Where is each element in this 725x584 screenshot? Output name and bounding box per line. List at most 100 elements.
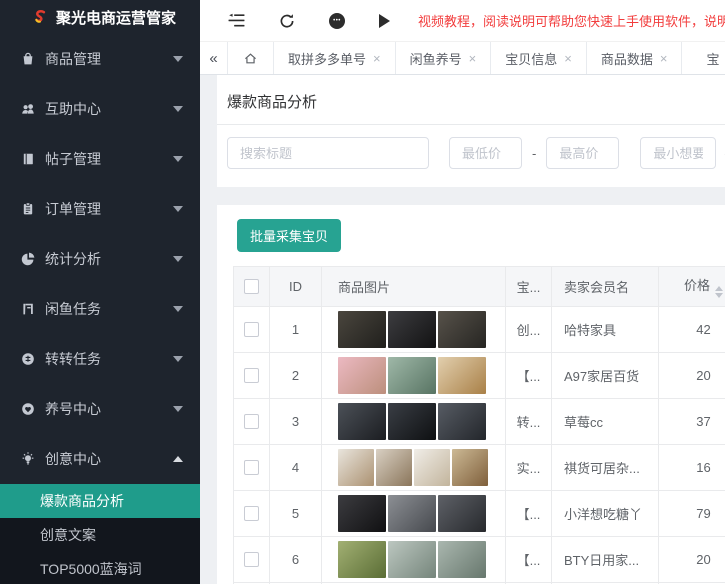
close-icon[interactable] — [564, 52, 572, 65]
messages-icon[interactable] — [329, 12, 345, 29]
main-area: 视频教程，阅读说明可帮助您快速上手使用软件，说明 « 取拼多多单号 闲鱼养号 宝… — [200, 0, 725, 584]
row-title: 创... — [505, 306, 552, 353]
row-price: 42 — [658, 306, 725, 353]
tab[interactable]: 宝 — [682, 42, 725, 74]
table-header-row: ID 商品图片 宝... 卖家会员名 价格 — [233, 266, 725, 307]
sidebar-menu-item[interactable]: 创意中心 — [0, 434, 200, 484]
row-checkbox[interactable] — [244, 506, 259, 521]
product-image[interactable] — [338, 311, 386, 348]
max-price-input[interactable] — [546, 137, 620, 169]
xianyu-icon — [20, 301, 36, 317]
collapse-sidebar-icon[interactable] — [228, 13, 245, 28]
sidebar-menu-item[interactable]: 订单管理 — [0, 184, 200, 234]
row-seller: 小洋想吃糖丫 — [551, 490, 659, 537]
chevron-down-icon — [173, 206, 183, 212]
zhuanzhuan-icon — [20, 351, 36, 367]
sidebar-menu-item[interactable]: 互助中心 — [0, 84, 200, 134]
collect-items-button[interactable]: 批量采集宝贝 — [237, 219, 342, 252]
product-image[interactable] — [438, 403, 486, 440]
row-seller: BTY日用家... — [551, 536, 659, 583]
tab[interactable]: 闲鱼养号 — [396, 42, 492, 74]
sidebar-menu-item[interactable]: 转转任务 — [0, 334, 200, 384]
min-want-input[interactable] — [640, 137, 717, 169]
row-title: 实... — [505, 444, 552, 491]
row-checkbox[interactable] — [244, 368, 259, 383]
row-checkbox[interactable] — [244, 552, 259, 567]
row-checkbox[interactable] — [244, 414, 259, 429]
app-title: 聚光电商运营管家 — [56, 9, 177, 27]
min-price-input[interactable] — [449, 137, 522, 169]
play-icon[interactable] — [379, 13, 390, 28]
posts-icon — [20, 151, 36, 167]
sidebar-menu-item[interactable]: 帖子管理 — [0, 134, 200, 184]
sidebar-subitem[interactable]: 创意文案 — [0, 518, 200, 552]
products-table: ID 商品图片 宝... 卖家会员名 价格 1 创... 哈特家具 42 2 【… — [233, 266, 725, 584]
home-icon — [243, 51, 258, 66]
panel-filters: 爆款商品分析 - - — [217, 75, 725, 187]
product-image[interactable] — [438, 495, 486, 532]
menu-item-label: 订单管理 — [45, 201, 101, 217]
users-icon — [20, 101, 36, 117]
home-tab[interactable] — [228, 42, 274, 74]
product-image[interactable] — [338, 541, 386, 578]
search-title-input[interactable] — [227, 137, 429, 169]
close-icon[interactable] — [469, 52, 477, 65]
range-dash: - — [532, 145, 537, 161]
select-all-checkbox[interactable] — [244, 279, 259, 294]
menu-item-label: 创意中心 — [45, 451, 101, 467]
account-care-icon — [20, 401, 36, 417]
row-title: 【... — [505, 536, 552, 583]
close-icon[interactable] — [373, 52, 381, 65]
close-icon[interactable] — [660, 52, 668, 65]
sidebar-menu-item[interactable]: 商品管理 — [0, 34, 200, 84]
tab[interactable]: 宝贝信息 — [491, 42, 587, 74]
row-checkbox[interactable] — [244, 460, 259, 475]
chevron-down-icon — [173, 256, 183, 262]
product-thumbnails — [338, 541, 505, 578]
row-price: 20 — [658, 536, 725, 583]
product-image[interactable] — [438, 541, 486, 578]
product-image[interactable] — [338, 357, 386, 394]
col-title: 宝... — [505, 266, 552, 307]
product-image[interactable] — [338, 449, 374, 486]
table-row: 1 创... 哈特家具 42 — [233, 306, 725, 353]
product-image[interactable] — [388, 311, 436, 348]
table-row: 4 实... 祺货可居杂... 16 — [233, 444, 725, 491]
product-image[interactable] — [438, 311, 486, 348]
chevron-down-icon — [173, 406, 183, 412]
chevron-down-icon — [173, 56, 183, 62]
sidebar-menu-item[interactable]: 闲鱼任务 — [0, 284, 200, 334]
product-image[interactable] — [414, 449, 450, 486]
notice-text: 视频教程，阅读说明可帮助您快速上手使用软件，说明 — [418, 14, 725, 29]
product-image[interactable] — [388, 357, 436, 394]
app-logo: 聚光电商运营管家 — [0, 0, 200, 34]
sort-icon[interactable] — [715, 286, 723, 298]
product-thumbnails — [338, 449, 505, 486]
product-image[interactable] — [388, 403, 436, 440]
sidebar-subitem[interactable]: TOP5000蓝海词 — [0, 552, 200, 584]
tabs-collapse-button[interactable]: « — [200, 42, 228, 74]
product-image[interactable] — [452, 449, 488, 486]
refresh-icon[interactable] — [279, 13, 295, 29]
chevron-down-icon — [173, 106, 183, 112]
tab[interactable]: 商品数据 — [587, 42, 683, 74]
product-image[interactable] — [438, 357, 486, 394]
product-image[interactable] — [388, 541, 436, 578]
product-image[interactable] — [338, 495, 386, 532]
row-price: 20 — [658, 352, 725, 399]
product-image[interactable] — [388, 495, 436, 532]
menu-item-label: 养号中心 — [45, 401, 101, 417]
sidebar-menu-item[interactable]: 统计分析 — [0, 234, 200, 284]
orders-icon — [20, 201, 36, 217]
topbar: 视频教程，阅读说明可帮助您快速上手使用软件，说明 — [200, 0, 725, 42]
row-price: 37 — [658, 398, 725, 445]
product-image[interactable] — [338, 403, 386, 440]
col-image: 商品图片 — [321, 266, 506, 307]
sidebar-menu-item[interactable]: 养号中心 — [0, 384, 200, 434]
row-seller: 哈特家具 — [551, 306, 659, 353]
panel-table: 批量采集宝贝 ID 商品图片 宝... 卖家会员名 价格 1 创... 哈特家具… — [217, 205, 725, 584]
row-checkbox[interactable] — [244, 322, 259, 337]
tab[interactable]: 取拼多多单号 — [274, 42, 396, 74]
sidebar-subitem[interactable]: 爆款商品分析 — [0, 484, 200, 518]
product-image[interactable] — [376, 449, 412, 486]
